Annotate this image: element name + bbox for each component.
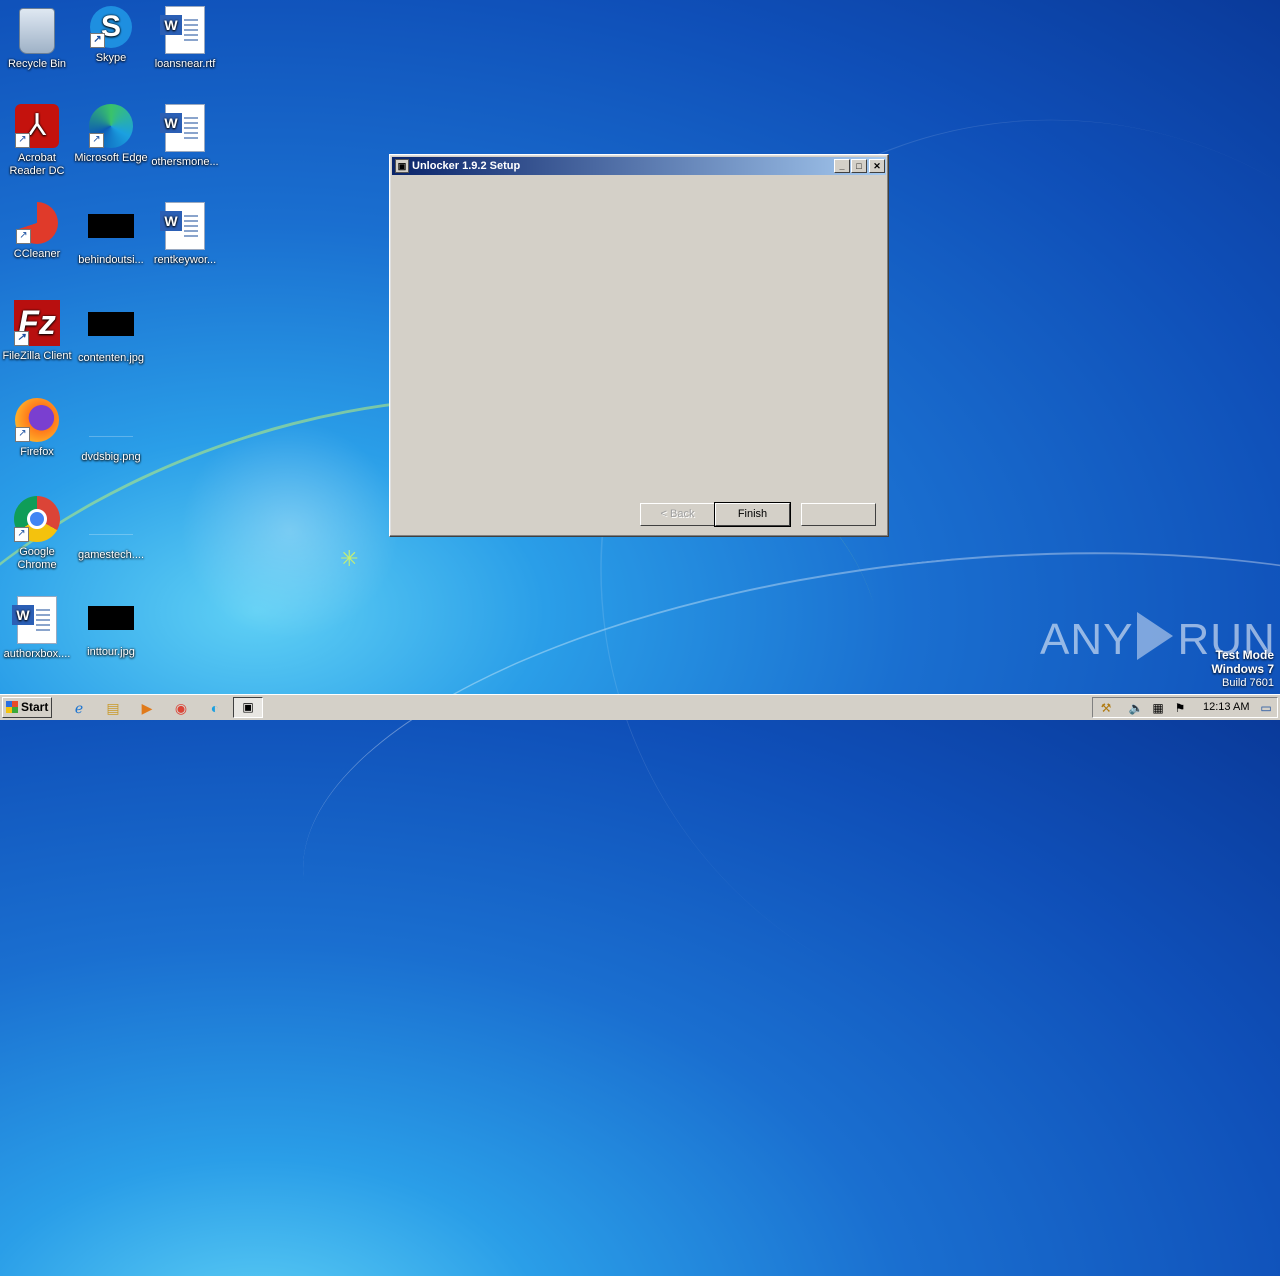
test-mode-label: Test Mode xyxy=(1215,648,1274,662)
test-mode-notice: Test Mode Windows 7 Build 7601 xyxy=(1211,648,1274,690)
chrome-icon[interactable]: ◉ xyxy=(171,698,191,718)
os-label: Windows 7 xyxy=(1211,662,1274,676)
chrome-icon: ↗ xyxy=(14,496,60,542)
desktop-icon-skype[interactable]: S ↗ Skype xyxy=(74,6,148,65)
wallpaper-glow xyxy=(180,420,400,640)
desktop-icon-authorxbox[interactable]: W authorxbox.... xyxy=(0,596,74,661)
show-desktop-icon[interactable]: ▭ xyxy=(1257,699,1275,717)
desktop-icon-label: inttour.jpg xyxy=(87,646,135,658)
desktop-icon-label: rentkeywor... xyxy=(153,254,217,266)
minimize-button[interactable]: _ xyxy=(834,159,850,173)
desktop-icon-filezilla[interactable]: Fz ↗ FileZilla Client xyxy=(0,300,74,363)
desktop-icon-label: behindoutsi... xyxy=(78,254,144,266)
shortcut-arrow-icon: ↗ xyxy=(15,133,30,148)
windows-flag-icon xyxy=(6,701,18,713)
action-center-flag-icon[interactable]: ⚑ xyxy=(1171,699,1189,717)
recycle-bin-icon xyxy=(19,8,55,54)
window-titlebar[interactable]: ▣ Unlocker 1.9.2 Setup _ □ ✕ xyxy=(392,157,886,175)
finish-button[interactable]: Finish xyxy=(714,502,791,527)
start-button[interactable]: Start xyxy=(2,697,52,718)
setup-window: ▣ Unlocker 1.9.2 Setup _ □ ✕ < Back Fini… xyxy=(389,154,889,537)
desktop-icon-othersmone[interactable]: W othersmone... xyxy=(148,104,222,169)
wallpaper-swoosh xyxy=(277,493,1280,1129)
watermark-brand-left: ANY xyxy=(1040,615,1134,664)
desktop-icon-label: authorxbox.... xyxy=(3,648,71,660)
shortcut-arrow-icon: ↗ xyxy=(15,427,30,442)
cancel-button[interactable] xyxy=(801,503,876,526)
internet-explorer-icon[interactable]: ℯ xyxy=(69,698,89,718)
word-document-icon: W xyxy=(12,596,57,644)
firefox-icon: ↗ xyxy=(15,398,59,442)
desktop-icon-gamestech[interactable]: gamestech.... xyxy=(74,496,148,562)
desktop-icon-label: Google Chrome xyxy=(17,546,57,571)
media-player-icon[interactable]: ▶ xyxy=(137,698,157,718)
shortcut-arrow-icon: ↗ xyxy=(16,229,31,244)
desktop-icon-dvdsbig[interactable]: dvdsbig.png xyxy=(74,398,148,464)
image-thumbnail-icon xyxy=(89,506,133,535)
taskbar: Start ℯ ▤ ▶ ◉ ◐ ▣ ⚒ 🔈 ▦ ⚑ 12:13 AM ▭ xyxy=(0,694,1280,720)
edge-icon[interactable]: ◐ xyxy=(205,698,225,718)
skype-icon: S ↗ xyxy=(90,6,132,48)
unlocker-setup-icon[interactable]: ▣ xyxy=(233,697,263,718)
desktop-icon-label: FileZilla Client xyxy=(2,350,72,362)
image-thumbnail-icon xyxy=(88,606,134,630)
desktop-icon-label: Microsoft Edge xyxy=(74,152,148,164)
desktop-icon-rentkeywor[interactable]: W rentkeywor... xyxy=(148,202,222,267)
shortcut-arrow-icon: ↗ xyxy=(14,331,29,346)
tools-icon[interactable]: ⚒ xyxy=(1097,699,1115,717)
clock[interactable]: 12:13 AM xyxy=(1203,698,1249,717)
desktop-icon-label: othersmone... xyxy=(151,156,219,168)
desktop-icon-label: Firefox xyxy=(20,446,54,458)
network-icon[interactable]: ▦ xyxy=(1149,699,1167,717)
maximize-button[interactable]: □ xyxy=(851,159,867,173)
desktop-icon-label: Skype xyxy=(95,52,127,64)
word-document-icon: W xyxy=(160,6,205,54)
acrobat-icon: ⅄ ↗ xyxy=(15,104,59,148)
shortcut-arrow-icon: ↗ xyxy=(14,527,29,542)
desktop-icon-chrome[interactable]: ↗ Google Chrome xyxy=(0,496,74,572)
explorer-icon[interactable]: ▤ xyxy=(103,698,123,718)
window-title: Unlocker 1.9.2 Setup xyxy=(412,160,521,172)
desktop-icon-firefox[interactable]: ↗ Firefox xyxy=(0,398,74,459)
image-thumbnail-icon xyxy=(88,214,134,238)
start-label: Start xyxy=(21,700,49,714)
volume-icon[interactable]: 🔈 xyxy=(1127,699,1145,717)
desktop-icon-label: CCleaner xyxy=(13,248,61,260)
desktop-icon-label: loansnear.rtf xyxy=(154,58,216,70)
image-thumbnail-icon xyxy=(89,408,133,437)
filezilla-icon: Fz ↗ xyxy=(14,300,60,346)
desktop-icon-edge[interactable]: ↗ Microsoft Edge xyxy=(74,104,148,165)
close-button[interactable]: ✕ xyxy=(869,159,885,173)
image-thumbnail-icon xyxy=(88,312,134,336)
desktop-icon-label: Recycle Bin xyxy=(7,58,67,70)
ccleaner-icon: ↗ xyxy=(16,202,58,244)
word-document-icon: W xyxy=(160,104,205,152)
desktop-icon-behindoutsi[interactable]: behindoutsi... xyxy=(74,202,148,267)
desktop-icon-recycle-bin[interactable]: Recycle Bin xyxy=(0,6,74,71)
desktop-icon-label: gamestech.... xyxy=(77,549,145,561)
shortcut-arrow-icon: ↗ xyxy=(89,133,104,148)
installer-icon: ▣ xyxy=(395,159,409,173)
desktop-icon-label: dvdsbig.png xyxy=(81,451,141,463)
desktop-icon-contenten[interactable]: contenten.jpg xyxy=(74,300,148,365)
edge-icon: ↗ xyxy=(89,104,133,148)
word-document-icon: W xyxy=(160,202,205,250)
play-icon xyxy=(1137,612,1174,660)
desktop-icon-label: Acrobat Reader DC xyxy=(9,152,65,177)
system-tray: ⚒ 🔈 ▦ ⚑ 12:13 AM ▭ xyxy=(1092,697,1278,718)
desktop-icon-acrobat[interactable]: ⅄ ↗ Acrobat Reader DC xyxy=(0,104,74,178)
shortcut-arrow-icon: ↗ xyxy=(90,33,105,48)
desktop-icon-loansnear[interactable]: W loansnear.rtf xyxy=(148,6,222,71)
back-button[interactable]: < Back xyxy=(640,503,715,526)
wallpaper-sprout-icon: ✳ xyxy=(340,546,359,571)
desktop-icon-inttour[interactable]: inttour.jpg xyxy=(74,594,148,659)
desktop-icon-ccleaner[interactable]: ↗ CCleaner xyxy=(0,202,74,261)
build-label: Build 7601 xyxy=(1222,677,1274,689)
desktop-icon-label: contenten.jpg xyxy=(77,352,145,364)
